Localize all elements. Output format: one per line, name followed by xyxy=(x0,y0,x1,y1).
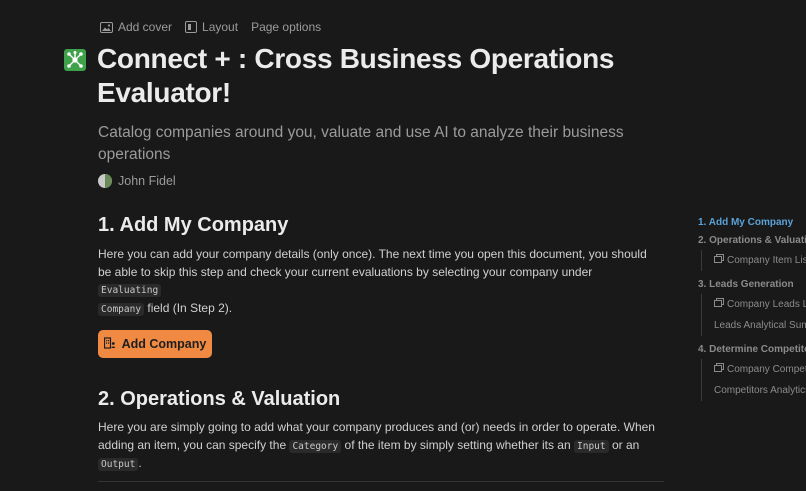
section-heading-add-company[interactable]: 1. Add My Company xyxy=(98,214,288,237)
toc-item-leads-generation[interactable]: 3. Leads Generation xyxy=(698,276,806,294)
page-title[interactable]: Connect + : Cross Business Operations Ev… xyxy=(97,42,697,110)
network-nodes-icon[interactable] xyxy=(64,49,86,71)
paragraph-text: field (In Step 2). xyxy=(144,300,233,315)
page-options-button[interactable]: Page options xyxy=(251,20,321,34)
page-options-label: Page options xyxy=(251,20,322,34)
toc-subitem-label: Company Competitors xyxy=(727,364,806,375)
database-view-icon xyxy=(714,294,724,315)
section-2-paragraph[interactable]: Here you are simply going to add what yo… xyxy=(98,419,658,474)
image-icon xyxy=(100,21,113,33)
paragraph-text: or an xyxy=(608,437,640,452)
toc-subitem-leads-analytical-summary[interactable]: Leads Analytical Summary xyxy=(714,315,806,336)
add-company-label: Add Company xyxy=(121,337,207,351)
inline-code: Category xyxy=(289,439,342,453)
section-1-paragraph[interactable]: Here you can add your company details (o… xyxy=(98,246,658,318)
author-name: John Fidel xyxy=(118,174,176,188)
toc-item-determine-competitors[interactable]: 4. Determine Competitors xyxy=(698,341,806,359)
layout-label: Layout xyxy=(202,20,239,34)
section-heading-operations[interactable]: 2. Operations & Valuation xyxy=(98,388,340,411)
table-of-contents: 1. Add My Company 2. Operations & Valuat… xyxy=(698,214,806,401)
inline-code: Evaluating xyxy=(98,284,162,297)
toc-subitem-company-leads[interactable]: Company Leads List xyxy=(714,294,806,315)
database-view-icon xyxy=(714,250,724,271)
toc-subitem-label: Company Leads List xyxy=(727,299,806,310)
inline-code: Output xyxy=(98,458,139,471)
toc-subitem-label: Company Item List xyxy=(727,255,806,266)
author[interactable]: John Fidel xyxy=(98,174,176,188)
page-topbar: Add cover Layout Page options xyxy=(100,20,321,34)
add-cover-label: Add cover xyxy=(118,20,173,34)
database-view-icon xyxy=(714,359,724,380)
toc-subitem-competitors-analytics[interactable]: Competitors Analytics xyxy=(714,380,806,401)
page-subtitle[interactable]: Catalog companies around you, valuate an… xyxy=(98,122,658,166)
add-company-button[interactable]: Add Company xyxy=(98,330,212,358)
add-cover-button[interactable]: Add cover xyxy=(100,20,172,34)
inline-code: Input xyxy=(574,439,609,453)
toc-subitem-company-item-list[interactable]: Company Item List xyxy=(714,250,806,271)
toc-group-competitors: Company Competitors Competitors Analytic… xyxy=(701,359,806,401)
avatar xyxy=(98,174,112,188)
toc-item-add-my-company[interactable]: 1. Add My Company xyxy=(698,214,806,232)
paragraph-text: of the item by simply setting whether it… xyxy=(341,437,574,452)
toc-subitem-company-competitors[interactable]: Company Competitors xyxy=(714,359,806,380)
building-person-icon xyxy=(103,336,116,352)
inline-code: Company xyxy=(98,302,145,316)
paragraph-text: . xyxy=(138,456,142,470)
layout-icon xyxy=(185,21,198,33)
toc-group-operations: Company Item List xyxy=(701,250,806,271)
layout-button[interactable]: Layout xyxy=(185,20,238,34)
paragraph-text: Here you can add your company details (o… xyxy=(98,247,647,279)
toc-item-operations[interactable]: 2. Operations & Valuation xyxy=(698,232,806,250)
divider xyxy=(98,481,664,482)
toc-group-leads: Company Leads List Leads Analytical Summ… xyxy=(701,294,806,336)
